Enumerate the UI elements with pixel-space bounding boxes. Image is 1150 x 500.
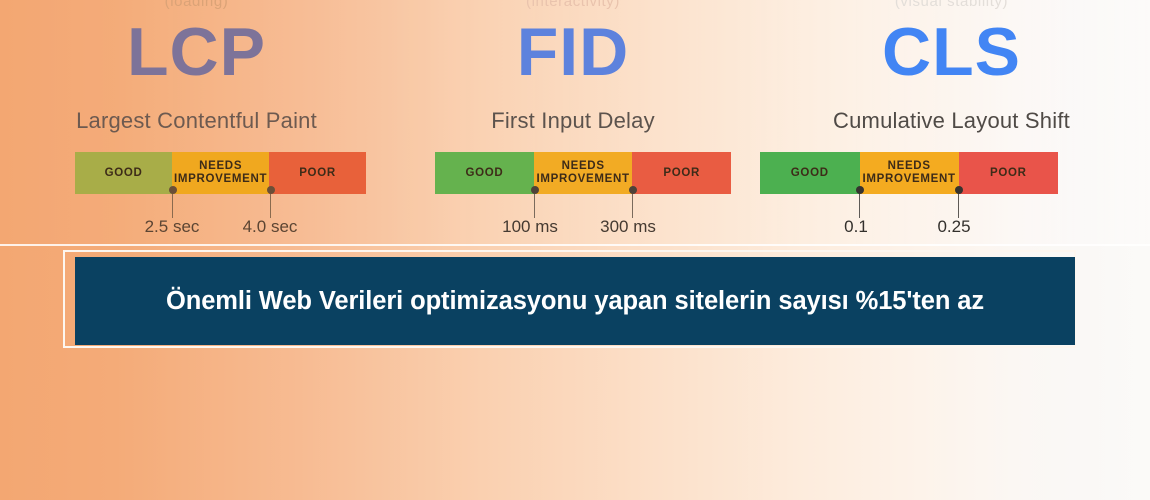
metric-acronym-lcp: LCP bbox=[127, 14, 266, 90]
threshold-dot-icon bbox=[628, 186, 637, 194]
bar-segment-needs-improvement-cls: NEEDS IMPROVEMENT bbox=[859, 152, 959, 194]
metric-fullname-fid: First Input Delay bbox=[491, 108, 655, 133]
metric-panels: (loading) LCP Largest Contentful Paint G… bbox=[0, 0, 1150, 246]
bar-segment-good-cls: GOOD bbox=[760, 152, 860, 194]
threshold-label-lcp-2: 4.0 sec bbox=[242, 217, 298, 236]
metric-fullname-lcp: Largest Contentful Paint bbox=[76, 108, 317, 133]
threshold-bar-cls: GOOD NEEDS IMPROVEMENT POOR bbox=[760, 152, 1058, 194]
headline-banner-text: Önemli Web Verileri optimizasyonu yapan … bbox=[165, 286, 985, 315]
threshold-tick-lcp-2 bbox=[266, 186, 275, 218]
bar-segment-needs-improvement-lcp: NEEDS IMPROVEMENT bbox=[172, 152, 270, 194]
metric-category-label-lcp: (loading) bbox=[164, 0, 229, 10]
bar-segment-poor-cls: POOR bbox=[958, 152, 1058, 194]
threshold-dot-icon bbox=[954, 186, 963, 194]
threshold-tick-fid-1 bbox=[530, 186, 539, 218]
threshold-label-fid-2: 300 ms bbox=[600, 217, 656, 236]
threshold-label-cls-1: 0.1 bbox=[844, 217, 868, 236]
bar-segment-good-fid: GOOD bbox=[435, 152, 534, 194]
headline-banner: Önemli Web Verileri optimizasyonu yapan … bbox=[75, 257, 1075, 345]
metric-category-label-cls: (visual stability) bbox=[894, 0, 1009, 10]
metric-panel-lcp: (loading) LCP Largest Contentful Paint G… bbox=[0, 0, 393, 246]
metric-panel-fid: (interactivity) FID First Input Delay GO… bbox=[393, 0, 753, 246]
metric-fullname-cls: Cumulative Layout Shift bbox=[833, 108, 1070, 133]
metric-acronym-cls: CLS bbox=[882, 14, 1021, 90]
threshold-dot-icon bbox=[266, 186, 275, 194]
bar-segment-needs-improvement-fid: NEEDS IMPROVEMENT bbox=[533, 152, 633, 194]
metric-panel-cls: (visual stability) CLS Cumulative Layout… bbox=[753, 0, 1150, 246]
bar-segment-poor-fid: POOR bbox=[632, 152, 731, 194]
infographic-canvas: (loading) LCP Largest Contentful Paint G… bbox=[0, 0, 1150, 500]
threshold-tick-cls-1 bbox=[855, 186, 864, 218]
threshold-dot-icon bbox=[855, 186, 864, 194]
metric-category-label-fid: (interactivity) bbox=[525, 0, 620, 10]
threshold-label-fid-1: 100 ms bbox=[502, 217, 558, 236]
threshold-label-lcp-1: 2.5 sec bbox=[144, 217, 200, 236]
metric-acronym-fid: FID bbox=[516, 14, 630, 90]
threshold-tick-fid-2 bbox=[628, 186, 637, 218]
bar-segment-poor-lcp: POOR bbox=[269, 152, 366, 194]
threshold-dot-icon bbox=[168, 186, 177, 194]
bar-segment-good-lcp: GOOD bbox=[75, 152, 173, 194]
threshold-bar-lcp: GOOD NEEDS IMPROVEMENT POOR bbox=[75, 152, 366, 194]
threshold-tick-lcp-1 bbox=[168, 186, 177, 218]
threshold-bar-fid: GOOD NEEDS IMPROVEMENT POOR bbox=[435, 152, 731, 194]
threshold-tick-cls-2 bbox=[954, 186, 963, 218]
threshold-label-cls-2: 0.25 bbox=[937, 217, 971, 236]
threshold-dot-icon bbox=[530, 186, 539, 194]
